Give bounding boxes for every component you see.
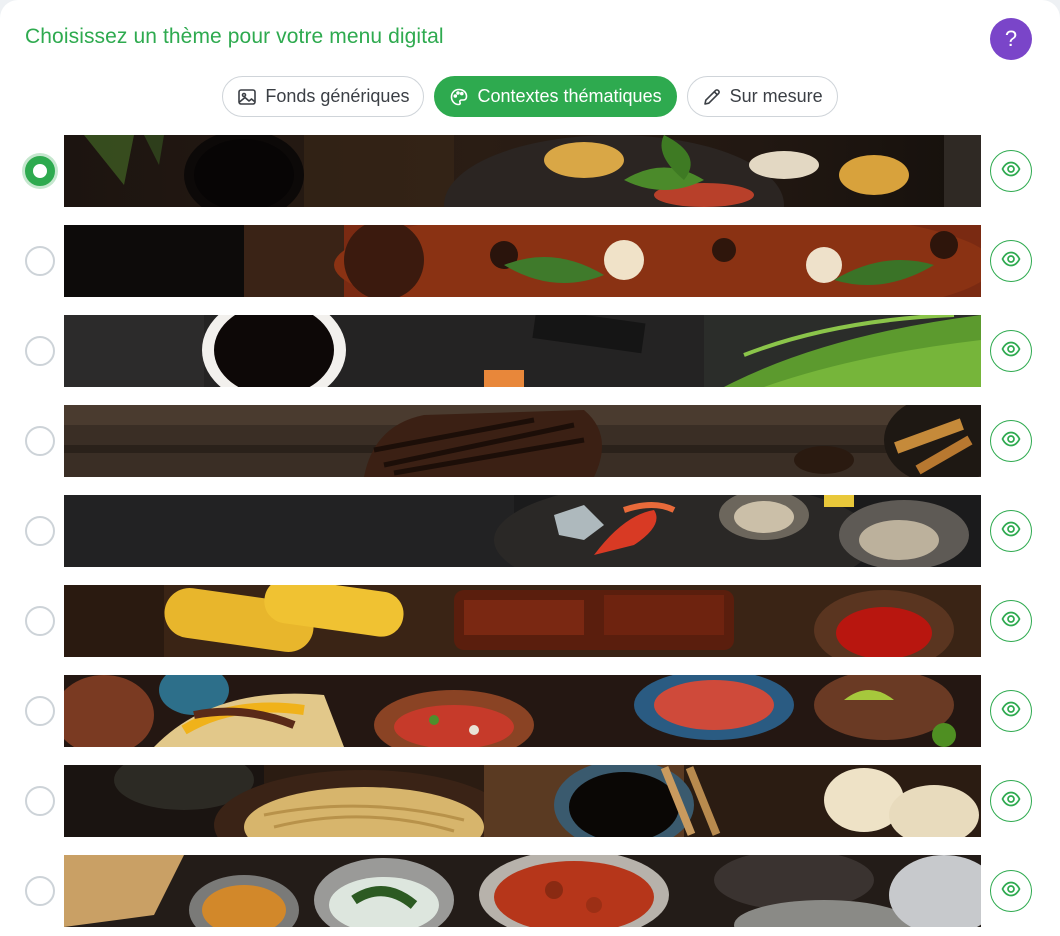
- tab-thematic-contexts[interactable]: Contextes thématiques: [434, 76, 677, 117]
- eye-icon: [1001, 879, 1021, 904]
- theme-row-grill-steak: [0, 405, 1060, 477]
- help-button[interactable]: ?: [990, 18, 1032, 60]
- theme-radio-grill-steak[interactable]: [25, 426, 55, 456]
- theme-row-italian: [0, 135, 1060, 207]
- theme-radio-italian[interactable]: [25, 156, 55, 186]
- preview-button-japanese-sushi[interactable]: [990, 330, 1032, 372]
- theme-row-seafood: [0, 495, 1060, 567]
- theme-banner-indian[interactable]: [64, 855, 981, 927]
- eye-icon: [1001, 609, 1021, 634]
- theme-banner-japanese-sushi[interactable]: [64, 315, 981, 387]
- theme-row-bbq: [0, 585, 1060, 657]
- theme-row-mexican: [0, 675, 1060, 747]
- theme-banner-grill-steak[interactable]: [64, 405, 981, 477]
- theme-radio-bbq[interactable]: [25, 606, 55, 636]
- eye-icon: [1001, 339, 1021, 364]
- theme-radio-pizza[interactable]: [25, 246, 55, 276]
- tab-label: Sur mesure: [729, 86, 823, 106]
- theme-banner-asian-noodles[interactable]: [64, 765, 981, 837]
- theme-radio-mexican[interactable]: [25, 696, 55, 726]
- pencil-icon: [702, 87, 722, 107]
- theme-banner-mexican[interactable]: [64, 675, 981, 747]
- eye-icon: [1001, 429, 1021, 454]
- theme-row-japanese-sushi: [0, 315, 1060, 387]
- question-mark-icon: ?: [1004, 26, 1018, 51]
- image-icon: [237, 87, 257, 107]
- preview-button-indian[interactable]: [990, 870, 1032, 912]
- preview-button-asian-noodles[interactable]: [990, 780, 1032, 822]
- eye-icon: [1001, 249, 1021, 274]
- theme-row-indian: [0, 855, 1060, 927]
- preview-button-pizza[interactable]: [990, 240, 1032, 282]
- preview-button-grill-steak[interactable]: [990, 420, 1032, 462]
- theme-radio-japanese-sushi[interactable]: [25, 336, 55, 366]
- tab-label: Contextes thématiques: [477, 86, 662, 106]
- theme-banner-seafood[interactable]: [64, 495, 981, 567]
- theme-banner-italian[interactable]: [64, 135, 981, 207]
- preview-button-seafood[interactable]: [990, 510, 1032, 552]
- theme-radio-seafood[interactable]: [25, 516, 55, 546]
- eye-icon: [1001, 789, 1021, 814]
- preview-button-bbq[interactable]: [990, 600, 1032, 642]
- eye-icon: [1001, 699, 1021, 724]
- theme-picker-panel: Choisissez un thème pour votre menu digi…: [0, 0, 1060, 936]
- theme-radio-asian-noodles[interactable]: [25, 786, 55, 816]
- preview-button-italian[interactable]: [990, 150, 1032, 192]
- eye-icon: [1001, 159, 1021, 184]
- theme-radio-indian[interactable]: [25, 876, 55, 906]
- preview-button-mexican[interactable]: [990, 690, 1032, 732]
- page-title: Choisissez un thème pour votre menu digi…: [25, 25, 444, 48]
- palette-icon: [449, 87, 469, 107]
- tab-custom[interactable]: Sur mesure: [686, 76, 838, 117]
- tab-generic-backgrounds[interactable]: Fonds génériques: [222, 76, 425, 117]
- theme-row-pizza: [0, 225, 1060, 297]
- tab-label: Fonds génériques: [265, 86, 410, 106]
- theme-row-asian-noodles: [0, 765, 1060, 837]
- theme-banner-pizza[interactable]: [64, 225, 981, 297]
- theme-category-tabs: Fonds génériques Contextes thématiques S…: [0, 76, 1060, 117]
- eye-icon: [1001, 519, 1021, 544]
- theme-banner-bbq[interactable]: [64, 585, 981, 657]
